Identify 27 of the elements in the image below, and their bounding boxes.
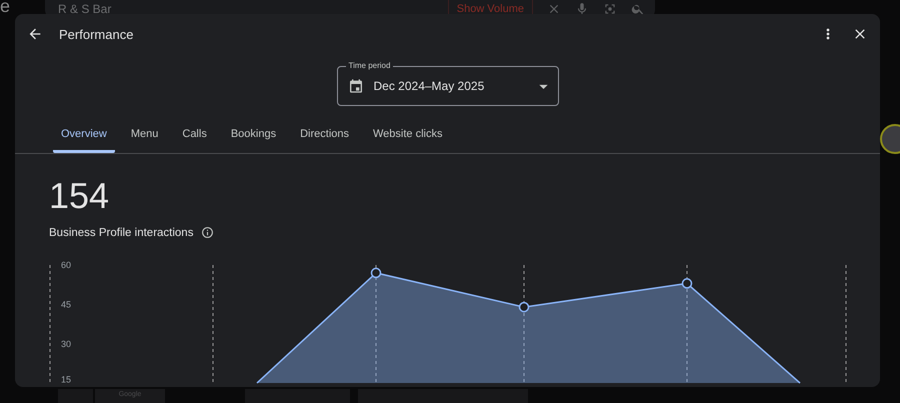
tab[interactable]: Bookings — [222, 118, 284, 153]
tab[interactable]: Calls — [174, 118, 215, 153]
logo-fragment: e — [0, 0, 10, 17]
interactions-label: Business Profile interactions — [49, 226, 194, 238]
axis-tick-label: 30 — [61, 339, 72, 349]
axis-tick-label: 15 — [61, 374, 72, 384]
select-label: Time period — [346, 61, 394, 70]
microphone-icon[interactable] — [575, 2, 589, 16]
tab[interactable]: Overview — [53, 118, 115, 153]
camera-icon[interactable] — [603, 2, 617, 16]
select-value: Dec 2024–May 2025 — [374, 79, 486, 93]
search-text: R & S Bar — [58, 1, 112, 16]
calendar-icon — [348, 78, 364, 94]
interactions-total: 154 — [49, 176, 110, 216]
tab[interactable]: Menu — [122, 118, 166, 153]
dialog-title: Performance — [59, 26, 134, 42]
axis-tick-label: 60 — [61, 260, 72, 270]
axis-tick-label: 45 — [61, 300, 72, 310]
tab[interactable]: Website clicks — [365, 118, 450, 153]
info-icon[interactable] — [201, 226, 214, 239]
data-point[interactable] — [370, 268, 382, 278]
search-icon[interactable] — [631, 2, 645, 16]
dropdown-caret-icon — [538, 84, 548, 88]
tab[interactable]: Directions — [292, 118, 357, 153]
data-point[interactable] — [518, 302, 530, 312]
data-point[interactable] — [682, 278, 692, 289]
back-arrow-icon[interactable] — [27, 26, 43, 42]
